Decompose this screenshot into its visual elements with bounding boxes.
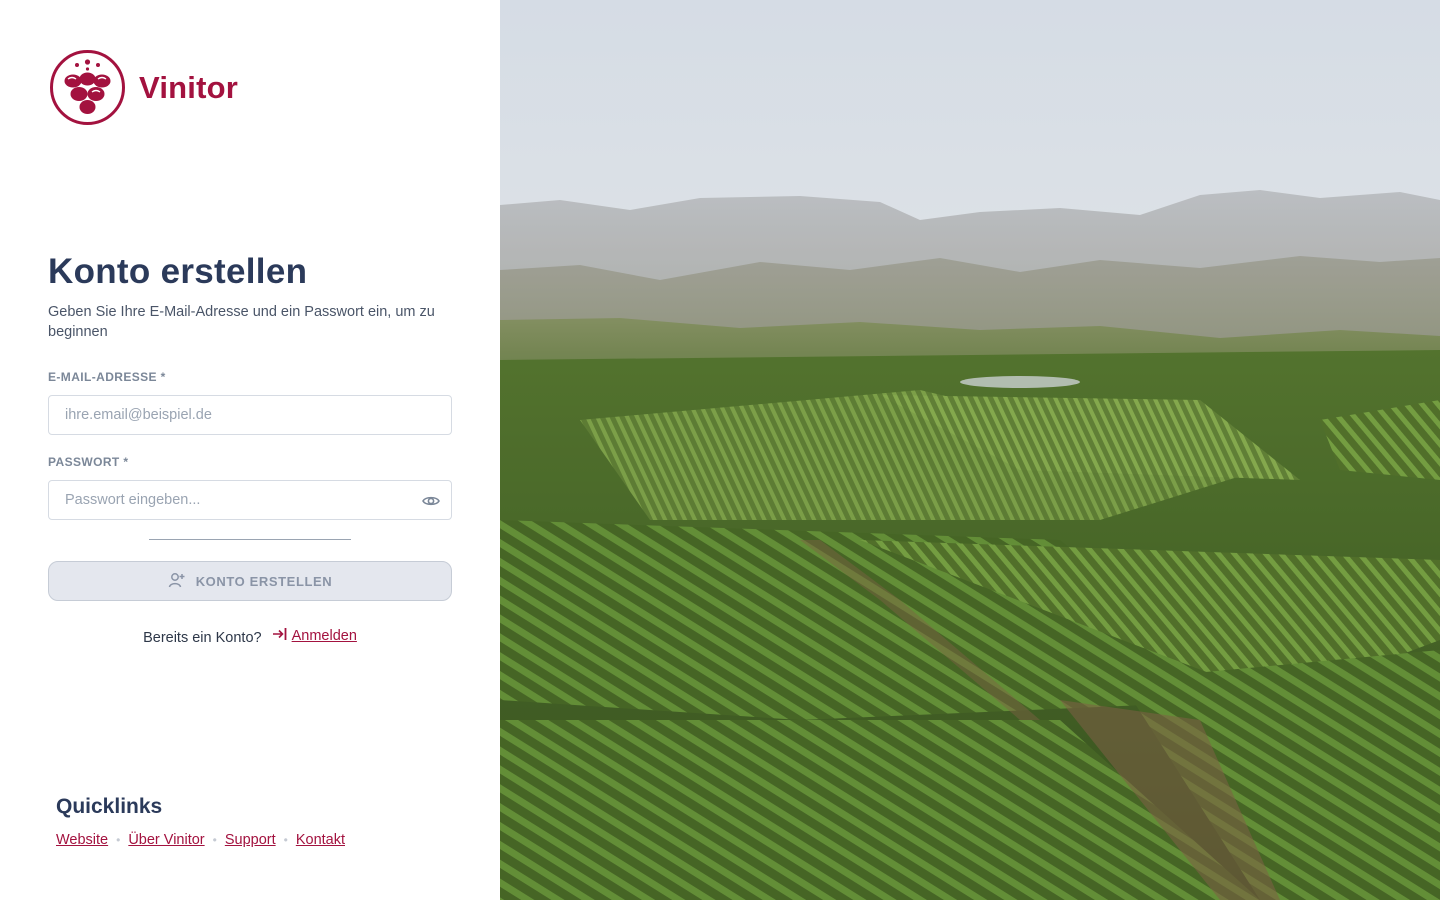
quicklink-website[interactable]: Website (56, 832, 108, 848)
link-separator: • (283, 833, 288, 847)
eye-icon[interactable] (421, 491, 441, 511)
brand-name: Vinitor (139, 69, 239, 105)
page-subtitle: Geben Sie Ihre E-Mail-Adresse und ein Pa… (48, 304, 435, 340)
link-separator: • (116, 833, 121, 847)
password-field[interactable] (49, 481, 405, 519)
brand-logo[interactable]: Vinitor (49, 49, 238, 126)
signin-prompt: Bereits ein Konto? (143, 630, 262, 646)
hero-image (500, 0, 1440, 900)
quicklinks-list: Website • Über Vinitor • Support • Konta… (56, 832, 345, 848)
create-account-label: KONTO ERSTELLEN (195, 573, 333, 589)
vineyard-landscape-image (500, 0, 1440, 900)
page-title: Konto erstellen (48, 252, 308, 291)
quicklink-support[interactable]: Support (225, 832, 276, 848)
user-plus-icon (168, 571, 196, 592)
signin-link[interactable]: Anmelden (272, 626, 357, 646)
email-field-wrapper (48, 395, 452, 435)
link-separator: • (212, 833, 217, 847)
quicklink-contact[interactable]: Kontakt (296, 832, 345, 848)
create-account-button[interactable]: KONTO ERSTELLEN (48, 561, 452, 601)
quicklink-about[interactable]: Über Vinitor (128, 832, 204, 848)
grape-logo-icon (49, 49, 126, 126)
email-field[interactable] (49, 396, 405, 434)
signin-row: Bereits ein Konto? Anmelden (0, 626, 500, 646)
auth-panel: Vinitor Konto erstellen Geben Sie Ihre E… (0, 0, 500, 900)
form-divider (149, 539, 351, 540)
quicklinks-title: Quicklinks (56, 795, 163, 818)
login-arrow-icon (272, 626, 292, 646)
signin-link-label: Anmelden (291, 628, 357, 644)
password-field-wrapper (48, 480, 452, 520)
email-label: E-MAIL-ADRESSE * (48, 370, 166, 384)
password-label: PASSWORT * (48, 455, 129, 469)
